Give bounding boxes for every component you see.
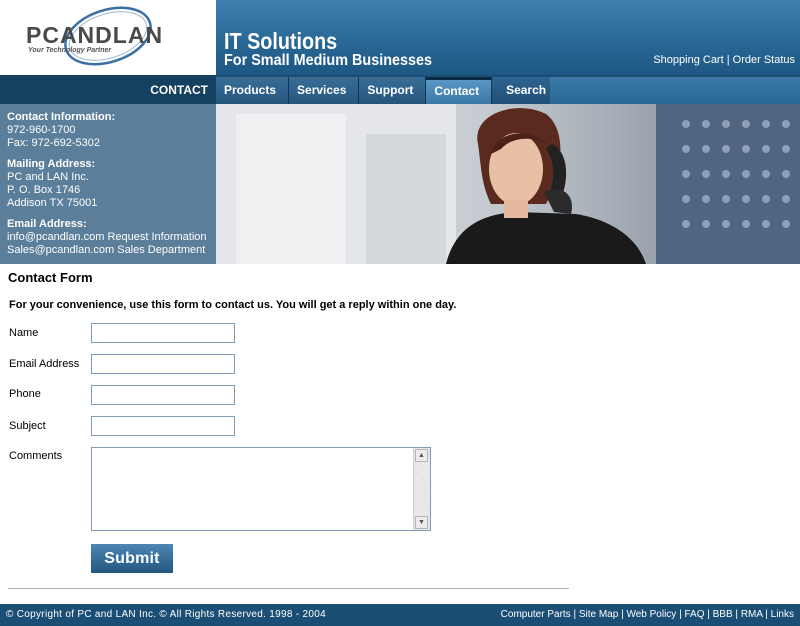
tab-support[interactable]: Support bbox=[359, 77, 427, 104]
nav-tabs: Products Services Support Contact Search bbox=[216, 75, 558, 104]
form-title: Contact Form bbox=[8, 270, 93, 285]
email-line-1[interactable]: info@pcandlan.com Request Information bbox=[7, 231, 207, 244]
comments-scrollbar[interactable]: ▲ ▼ bbox=[413, 448, 430, 530]
mailing-line-2: P. O. Box 1746 bbox=[7, 184, 81, 196]
mailing-line-1: PC and LAN Inc. bbox=[7, 171, 89, 183]
email-input[interactable] bbox=[91, 354, 235, 374]
footer: © Copyright of PC and LAN Inc. © All Rig… bbox=[0, 604, 800, 626]
email-heading: Email Address: bbox=[7, 218, 87, 230]
footer-link-site-map[interactable]: Site Map bbox=[579, 609, 618, 620]
nav-section: CONTACT bbox=[0, 75, 216, 104]
woman-on-phone-photo bbox=[216, 104, 800, 264]
tab-search[interactable]: Search bbox=[492, 77, 558, 104]
scroll-up-icon[interactable]: ▲ bbox=[415, 449, 428, 462]
mailing-heading: Mailing Address: bbox=[7, 158, 96, 170]
copyright-icon: © bbox=[6, 609, 14, 620]
hero-photo bbox=[216, 104, 800, 264]
footer-copyright: © Copyright of PC and LAN Inc. © All Rig… bbox=[6, 609, 326, 620]
contact-info-heading: Contact Information: bbox=[7, 111, 116, 123]
footer-link-web-policy[interactable]: Web Policy bbox=[626, 609, 676, 620]
order-status-link[interactable]: Order Status bbox=[733, 54, 795, 66]
footer-link-faq[interactable]: FAQ bbox=[684, 609, 704, 620]
footer-link-computer-parts[interactable]: Computer Parts bbox=[501, 609, 571, 620]
logo[interactable]: PCANDLAN Your Technology Partner bbox=[0, 0, 216, 75]
subject-label: Subject bbox=[9, 420, 46, 432]
section-label: CONTACT bbox=[150, 83, 208, 97]
header: PCANDLAN Your Technology Partner IT Solu… bbox=[0, 0, 800, 75]
footer-link-bbb[interactable]: BBB bbox=[713, 609, 733, 620]
footer-link-rma[interactable]: RMA bbox=[741, 609, 763, 620]
banner: IT Solutions For Small Medium Businesses… bbox=[216, 0, 800, 75]
logo-tagline: Your Technology Partner bbox=[28, 47, 112, 54]
email-line-2[interactable]: Sales@pcandlan.com Sales Department bbox=[7, 244, 207, 257]
footer-link-links[interactable]: Links bbox=[771, 609, 794, 620]
tab-contact[interactable]: Contact bbox=[426, 77, 493, 104]
name-label: Name bbox=[9, 327, 39, 339]
shopping-cart-link[interactable]: Shopping Cart bbox=[653, 54, 723, 66]
phone-label: Phone bbox=[9, 388, 41, 400]
phone-input[interactable] bbox=[91, 385, 235, 405]
tab-products[interactable]: Products bbox=[216, 77, 290, 104]
email-address-block: Email Address: info@pcandlan.com Request… bbox=[7, 218, 207, 257]
scroll-track[interactable] bbox=[416, 463, 427, 515]
contact-info-panel: Contact Information: 972-960-1700 Fax: 9… bbox=[0, 104, 216, 264]
contact-info-block: Contact Information: 972-960-1700 Fax: 9… bbox=[7, 111, 115, 150]
contact-fax: Fax: 972-692-5302 bbox=[7, 137, 100, 149]
mailing-address-block: Mailing Address: PC and LAN Inc. P. O. B… bbox=[7, 158, 97, 210]
subject-input[interactable] bbox=[91, 416, 235, 436]
copyright-text: Copyright of PC and LAN Inc. © All Right… bbox=[16, 609, 326, 620]
contact-phone: 972-960-1700 bbox=[7, 124, 76, 136]
tab-services[interactable]: Services bbox=[289, 77, 360, 104]
name-input[interactable] bbox=[91, 323, 235, 343]
divider bbox=[8, 588, 569, 589]
nav-filler bbox=[550, 77, 800, 104]
banner-links: Shopping Cart | Order Status bbox=[653, 54, 795, 66]
comments-label: Comments bbox=[9, 450, 63, 462]
banner-title: IT Solutions bbox=[224, 28, 338, 54]
mailing-line-3: Addison TX 75001 bbox=[7, 197, 98, 209]
footer-links: Computer Parts | Site Map | Web Policy |… bbox=[500, 609, 794, 620]
comments-textarea[interactable]: ▲ ▼ bbox=[91, 447, 431, 531]
form-intro: For your convenience, use this form to c… bbox=[9, 299, 457, 311]
logo-text: PCANDLAN bbox=[26, 22, 164, 48]
email-label: Email Address bbox=[9, 358, 80, 370]
banner-subtitle: For Small Medium Businesses bbox=[224, 52, 433, 69]
submit-button[interactable]: Submit bbox=[91, 544, 173, 573]
nav-bar: CONTACT Products Services Support Contac… bbox=[0, 75, 800, 104]
scroll-down-icon[interactable]: ▼ bbox=[415, 516, 428, 529]
